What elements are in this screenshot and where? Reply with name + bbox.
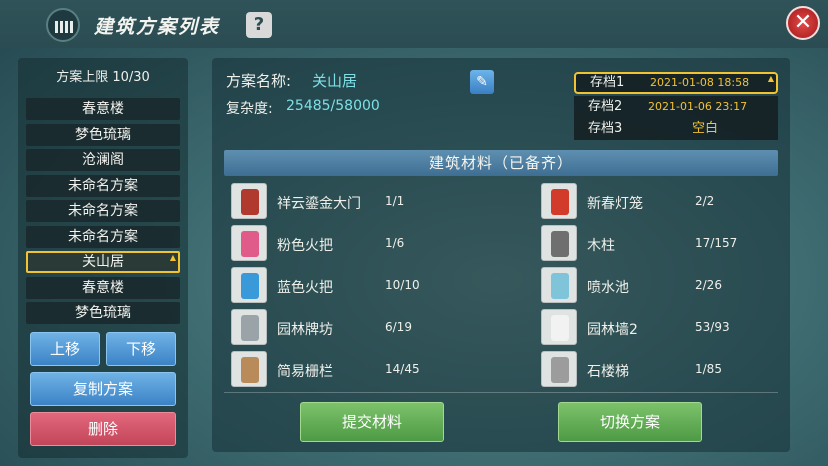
plan-list-item[interactable]: 未命名方案 (26, 174, 180, 197)
wall-icon[interactable] (541, 309, 577, 345)
material-name: 喷水池 (587, 280, 629, 296)
material-row: 园林墙2 53/93 (541, 308, 771, 346)
material-count: 1/6 (385, 236, 405, 250)
material-count: 2/26 (695, 278, 722, 292)
building-icon (46, 8, 80, 42)
complexity-label: 复杂度: (226, 101, 273, 117)
plan-list-item[interactable]: 春意楼 (26, 98, 180, 120)
material-count: 6/19 (385, 320, 412, 334)
save-slot-name: 存档1 (590, 75, 625, 90)
plan-list-item-label: 关山居 (82, 254, 124, 270)
help-button[interactable]: ? (246, 12, 272, 38)
plan-name: 关山居 (312, 72, 358, 90)
material-count: 2/2 (695, 194, 715, 208)
pencil-icon: ✎ (476, 74, 488, 90)
plan-name-label: 方案名称: (226, 72, 292, 90)
save-slot[interactable]: 存档1 2021-01-08 18:58 ▲ (574, 72, 778, 94)
plan-list-item-label: 沧澜阁 (82, 152, 124, 168)
materials-header: 建筑材料（已备齐） (224, 150, 778, 176)
save-slot-date: 2021-01-06 23:17 (648, 100, 748, 113)
plan-list-item[interactable]: 未命名方案 (26, 200, 180, 222)
move-up-button[interactable]: 上移 (30, 332, 100, 366)
delete-button[interactable]: 删除 (30, 412, 176, 446)
plan-list-item[interactable]: 梦色琉璃 (26, 302, 180, 324)
material-name: 蓝色火把 (277, 280, 333, 296)
archway-icon[interactable] (231, 309, 267, 345)
selected-flag-icon: ▲ (767, 74, 774, 83)
material-name: 园林牌坊 (277, 322, 333, 338)
material-name: 石楼梯 (587, 364, 629, 380)
plan-list-item[interactable]: 关山居 ▲ (26, 251, 180, 273)
save-slot[interactable]: 存档3 空白 (574, 118, 778, 140)
pillar-icon[interactable] (541, 225, 577, 261)
move-down-button[interactable]: 下移 (106, 332, 176, 366)
selected-flag-icon: ▲ (169, 253, 176, 262)
divider (224, 392, 778, 393)
material-count: 1/85 (695, 362, 722, 376)
material-name: 新春灯笼 (587, 196, 643, 212)
fountain-icon[interactable] (541, 267, 577, 303)
material-count: 10/10 (385, 278, 420, 292)
fence-icon[interactable] (231, 351, 267, 387)
edit-name-button[interactable]: ✎ (470, 70, 494, 94)
plan-list-item-label: 春意楼 (82, 279, 124, 296)
plan-list-item-label: 春意楼 (82, 101, 124, 117)
material-row: 新春灯笼 2/2 (541, 182, 771, 220)
plan-limit: 方案上限 10/30 (56, 70, 150, 85)
save-slot-date: 空白 (692, 121, 719, 136)
plan-list-item[interactable]: 春意楼 (26, 276, 180, 299)
material-name: 园林墙2 (587, 322, 638, 338)
material-row: 石楼梯 1/85 (541, 350, 771, 388)
plan-list-item-label: 梦色琉璃 (75, 126, 131, 143)
material-row: 蓝色火把 10/10 (231, 266, 461, 304)
close-button[interactable]: ✕ (786, 6, 820, 40)
switch-plan-button[interactable]: 切换方案 (558, 402, 702, 442)
page-title: 建筑方案列表 (94, 16, 221, 38)
material-row: 粉色火把 1/6 (231, 224, 461, 262)
material-row: 简易栅栏 14/45 (231, 350, 461, 388)
gate-icon[interactable] (231, 183, 267, 219)
material-row: 木柱 17/157 (541, 224, 771, 262)
material-count: 1/1 (385, 194, 405, 208)
plan-list-item[interactable]: 未命名方案 (26, 225, 180, 248)
material-count: 17/157 (695, 236, 738, 250)
material-count: 14/45 (385, 362, 420, 376)
material-name: 粉色火把 (277, 238, 333, 254)
material-row: 祥云鎏金大门 1/1 (231, 182, 461, 220)
complexity-value: 25485/58000 (286, 98, 380, 114)
plan-list-item-label: 未命名方案 (68, 228, 138, 245)
save-slot-name: 存档2 (588, 99, 623, 114)
plan-list-item-label: 未命名方案 (68, 203, 138, 219)
plan-list-item-label: 未命名方案 (68, 177, 138, 194)
copy-plan-button[interactable]: 复制方案 (30, 372, 176, 406)
material-row: 园林牌坊 6/19 (231, 308, 461, 346)
save-slot-name: 存档3 (588, 121, 623, 136)
plan-list-item-label: 梦色琉璃 (75, 305, 131, 321)
material-name: 祥云鎏金大门 (277, 196, 361, 212)
plan-list-item[interactable]: 梦色琉璃 (26, 123, 180, 146)
material-name: 简易栅栏 (277, 364, 333, 380)
save-slot-date: 2021-01-08 18:58 (650, 76, 750, 89)
submit-materials-button[interactable]: 提交材料 (300, 402, 444, 442)
material-name: 木柱 (587, 238, 615, 254)
pink-torch-icon[interactable] (231, 225, 267, 261)
plan-list-item[interactable]: 沧澜阁 (26, 149, 180, 171)
save-slot[interactable]: 存档2 2021-01-06 23:17 (574, 96, 778, 118)
material-row: 喷水池 2/26 (541, 266, 771, 304)
lantern-icon[interactable] (541, 183, 577, 219)
material-count: 53/93 (695, 320, 730, 334)
blue-torch-icon[interactable] (231, 267, 267, 303)
stairs-icon[interactable] (541, 351, 577, 387)
